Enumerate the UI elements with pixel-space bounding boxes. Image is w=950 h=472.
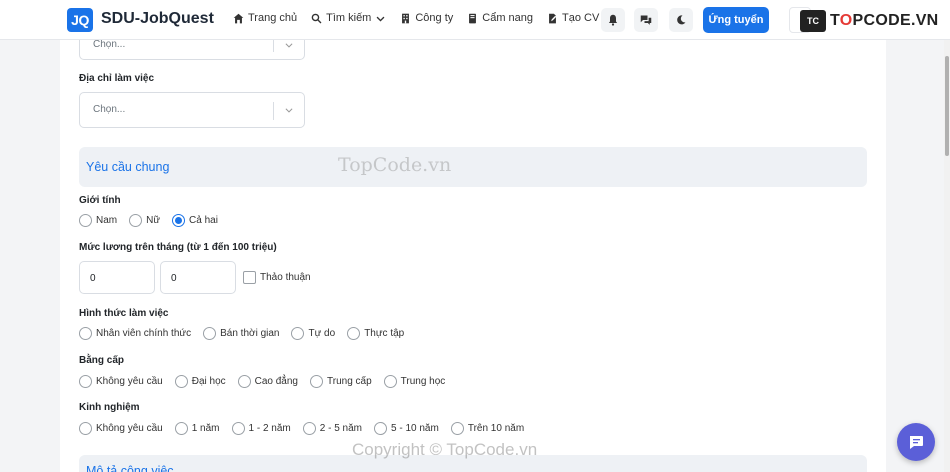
section-general-header: Yêu cầu chung [79,147,867,187]
work-type-option[interactable]: Nhân viên chính thức [79,327,191,340]
watermark-bottom: Copyright © TopCode.vn [352,440,538,459]
nav-home-label: Trang chủ [248,12,298,24]
radio-button[interactable] [79,422,92,435]
search-icon [311,13,322,23]
work-type-radio-group: Nhân viên chính thức Bán thời gian Tự do… [79,327,416,340]
experience-option[interactable]: 2 - 5 năm [302,422,362,435]
radio-button[interactable] [237,375,251,388]
gender-label: Giới tính [79,195,121,206]
moon-icon [677,15,686,25]
experience-option[interactable]: 1 năm [174,422,220,435]
degree-label: Bằng cấp [79,355,125,366]
gender-option-both[interactable]: Cả hai [172,214,218,227]
brand-name[interactable]: SDU-JobQuest [101,10,214,28]
work-type-option[interactable]: Thực tập [347,327,404,340]
radio-button[interactable] [383,375,397,388]
book-icon [469,13,477,23]
nav-handbook-label: Cẩm nang [482,12,534,24]
apply-button[interactable]: Ứng tuyển [703,7,769,33]
theme-toggle-button[interactable] [669,8,693,32]
experience-option[interactable]: Không yêu cầu [79,422,163,435]
radio-button[interactable] [310,375,323,388]
radio-button[interactable] [374,422,388,435]
nav-create-cv[interactable]: Tạo CV [547,12,599,24]
gender-option-male[interactable]: Nam [79,214,117,227]
radio-button[interactable] [203,327,217,340]
experience-option[interactable]: 5 - 10 năm [374,422,439,435]
work-type-label: Hình thức làm việc [79,308,169,319]
address-label: Địa chỉ làm việc [79,73,155,84]
checkbox[interactable] [243,271,256,284]
experience-option[interactable]: 1 - 2 năm [231,422,291,435]
chevron-down-icon [285,43,293,48]
address-select-separator [273,102,274,120]
radio-button[interactable] [231,422,245,435]
salary-label: Mức lương trên tháng (từ 1 đến 100 triệu… [79,242,277,253]
salary-max-input[interactable]: 0 [160,261,236,294]
notification-button[interactable] [601,8,625,32]
address-select[interactable]: Chọn... [79,92,305,128]
degree-option[interactable]: Trung học [383,375,445,388]
radio-button[interactable] [302,422,316,435]
address-select-placeholder: Chọn... [93,104,126,115]
radio-button[interactable] [79,214,92,227]
gender-radio-group: Nam Nữ Cả hai [79,214,230,227]
radio-button[interactable] [347,327,361,340]
section-general-title: Yêu cầu chung [86,160,170,174]
degree-option[interactable]: Cao đẳng [237,375,298,388]
nav-search[interactable]: Tìm kiếm [311,12,386,24]
file-edit-icon [549,13,557,23]
degree-option[interactable]: Không yêu cầu [79,375,163,388]
radio-button[interactable] [129,214,143,227]
nav-handbook[interactable]: Cẩm nang [467,12,533,24]
nav-company-label: Công ty [415,12,454,24]
degree-radio-group: Không yêu cầu Đại học Cao đẳng Trung cấp… [79,375,457,388]
gender-option-female[interactable]: Nữ [129,214,160,227]
nav-company[interactable]: Công ty [400,12,453,24]
comments-icon [640,15,652,25]
scrollbar-thumb[interactable] [945,56,949,156]
nav-search-label: Tìm kiếm [326,12,372,24]
topcode-logo-text: TOPCODE.VN [830,12,939,29]
radio-button[interactable] [79,327,92,340]
logo[interactable]: JQ [67,8,93,32]
nav-menu: Trang chủ Tìm kiếm Công ty Cẩm nang Tạo … [233,12,599,24]
watermark-center: TopCode.vn [338,154,452,176]
top-select-placeholder: Chọn... [93,39,126,50]
radio-button[interactable] [79,375,92,388]
radio-button-checked[interactable] [172,214,186,227]
work-type-option[interactable]: Bán thời gian [203,327,279,340]
chevron-down-icon [285,108,293,113]
radio-button[interactable] [450,422,464,435]
building-icon [402,13,410,23]
experience-radio-group: Không yêu cầu 1 năm 1 - 2 năm 2 - 5 năm … [79,422,536,435]
chevron-down-icon [376,16,385,22]
chat-fab-button[interactable] [897,423,935,461]
radio-button[interactable] [174,375,188,388]
nav-create-cv-label: Tạo CV [562,12,600,24]
degree-option[interactable]: Trung cấp [310,375,372,388]
salary-min-input[interactable]: 0 [79,261,155,294]
chat-button[interactable] [634,8,658,32]
work-type-option[interactable]: Tự do [291,327,335,340]
radio-button[interactable] [174,422,188,435]
experience-option[interactable]: Trên 10 năm [450,422,524,435]
nav-home[interactable]: Trang chủ [233,12,297,24]
message-icon [910,436,923,449]
degree-option[interactable]: Đại học [174,375,226,388]
section-next-title: Mô tả công việc [86,464,174,472]
home-icon [233,13,244,23]
topcode-logo-mark: TC [800,10,826,32]
topcode-logo-watermark: TC TOPCODE.VN [800,10,939,32]
experience-label: Kinh nghiệm [79,402,140,413]
bell-icon [608,14,618,26]
salary-negotiable-checkbox[interactable]: Thảo thuận [243,271,311,284]
radio-button[interactable] [291,327,305,340]
